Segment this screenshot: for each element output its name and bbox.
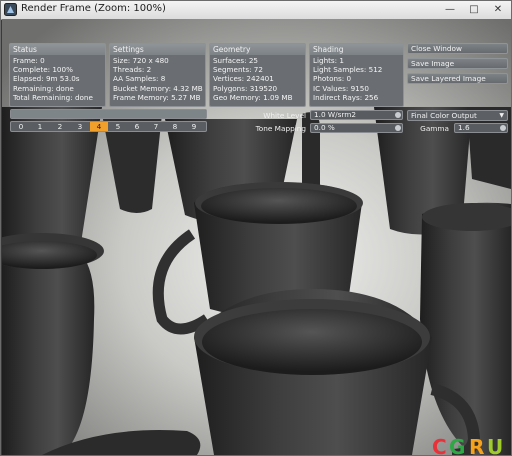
frame-buffer-0[interactable]: 0 [12,122,30,131]
frame-buffer-3[interactable]: 3 [71,122,89,131]
frame-buffer-1[interactable]: 1 [31,122,49,131]
frame-buffer-8[interactable]: 8 [166,122,184,131]
render-frame-window: Render Frame (Zoom: 100%) — □ ✕ Status F… [0,0,512,456]
title-bar[interactable]: Render Frame (Zoom: 100%) — □ ✕ [1,1,511,20]
settings-line: Bucket Memory: 4.32 MB [113,83,203,93]
status-line: Remaining: done [13,83,74,93]
output-select[interactable]: Final Color Output ▼ [407,110,508,121]
white-level-knob-icon[interactable] [395,112,401,118]
status-line: Total Remaining: done [13,92,93,102]
geometry-line: Geo Memory: 1.09 MB [213,92,293,102]
white-level-label: White Level [263,111,306,120]
settings-panel: Settings Size: 720 x 480 Threads: 2 AA S… [109,43,206,107]
frame-buffer-4[interactable]: 4 [90,122,108,131]
modo-app-icon [4,3,17,16]
geometry-panel-title: Geometry [210,44,305,55]
close-icon[interactable]: ✕ [486,2,510,17]
output-select-value: Final Color Output [411,111,477,120]
gamma-value: 1.6 [458,123,470,132]
geometry-panel: Geometry Surfaces: 25 Segments: 72 Verti… [209,43,306,107]
white-level-field[interactable]: 1.0 W/srm2 [310,110,403,120]
svg-text:C: C [432,437,447,455]
svg-text:U: U [487,437,503,455]
tone-mapping-field[interactable]: 0.0 % [310,123,403,133]
settings-line: Size: 720 x 480 [113,56,169,65]
save-image-button[interactable]: Save Image [407,58,508,69]
frame-buffer-selector: 0 1 2 3 4 5 6 7 8 9 [10,121,207,132]
shading-line: IC Values: 9150 [313,83,369,93]
geometry-line: Polygons: 319520 [213,83,278,93]
geometry-line: Vertices: 242401 [213,74,274,84]
render-viewport[interactable]: Status Frame: 0 Complete: 100% Elapsed: … [2,19,511,455]
tone-mapping-label: Tone Mapping [255,124,306,133]
frame-buffer-9[interactable]: 9 [185,122,203,131]
svg-text:G: G [449,437,465,455]
status-line: Complete: 100% [13,65,73,75]
gamma-field[interactable]: 1.6 [454,123,508,133]
render-progress-bar [10,109,207,119]
shading-line: Photons: 0 [313,74,352,84]
frame-buffer-5[interactable]: 5 [109,122,127,131]
status-panel: Status Frame: 0 Complete: 100% Elapsed: … [9,43,106,107]
settings-panel-title: Settings [110,44,205,55]
shading-line: Indirect Rays: 256 [313,92,379,102]
maximize-icon[interactable]: □ [463,2,485,17]
status-panel-title: Status [10,44,105,55]
frame-buffer-2[interactable]: 2 [51,122,69,131]
status-line: Elapsed: 9m 53.0s [13,74,80,84]
tone-mapping-knob-icon[interactable] [395,125,401,131]
save-layered-image-button[interactable]: Save Layered Image [407,73,508,84]
white-level-value: 1.0 W/srm2 [314,110,357,119]
minimize-icon[interactable]: — [439,2,461,17]
settings-line: AA Samples: 8 [113,74,166,84]
gamma-label: Gamma [420,124,449,133]
window-title: Render Frame (Zoom: 100%) [21,3,166,14]
render-progress-fill [11,110,206,118]
gamma-knob-icon[interactable] [500,125,506,131]
shading-panel-title: Shading [310,44,403,55]
chevron-down-icon: ▼ [499,112,504,119]
settings-line: Frame Memory: 5.27 MB [113,92,201,102]
svg-text:R: R [469,437,484,455]
geometry-line: Surfaces: 25 [213,56,258,65]
status-line: Frame: 0 [13,56,45,65]
tone-mapping-value: 0.0 % [314,123,335,132]
shading-panel: Shading Lights: 1 Light Samples: 512 Pho… [309,43,404,107]
frame-buffer-7[interactable]: 7 [147,122,165,131]
shading-line: Light Samples: 512 [313,65,383,75]
shading-line: Lights: 1 [313,56,344,65]
geometry-line: Segments: 72 [213,65,263,75]
cgru-logo: C G R U [432,437,503,455]
close-window-button[interactable]: Close Window [407,43,508,54]
settings-line: Threads: 2 [113,65,152,75]
frame-buffer-6[interactable]: 6 [128,122,146,131]
